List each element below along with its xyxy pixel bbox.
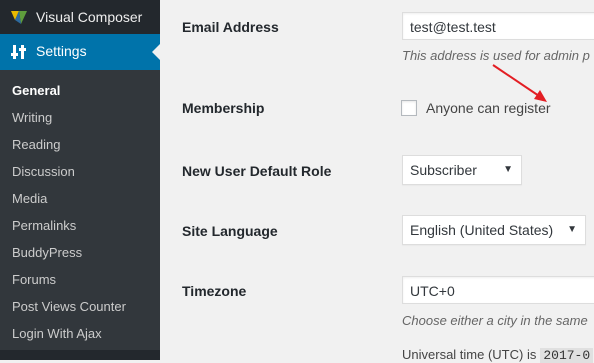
submenu-item-general[interactable]: General: [12, 77, 60, 104]
menu-item-settings[interactable]: Settings: [0, 34, 160, 70]
default-role-select[interactable]: Subscriber ▼: [402, 155, 522, 185]
submenu-item-reading[interactable]: Reading: [12, 131, 60, 158]
site-language-label: Site Language: [182, 223, 278, 239]
utc-value: 2017-0: [540, 348, 594, 363]
timezone-label: Timezone: [182, 283, 247, 299]
current-menu-arrow: [152, 44, 160, 60]
menu-item-label: Settings: [36, 43, 87, 59]
submenu-item-media[interactable]: Media: [12, 185, 47, 212]
submenu-item-forums[interactable]: Forums: [12, 266, 56, 293]
chevron-down-icon: ▼: [567, 224, 577, 235]
admin-sidebar: Visual Composer Settings General Writing…: [0, 0, 160, 360]
submenu-item-post-views-counter[interactable]: Post Views Counter: [12, 293, 126, 320]
menu-item-label: Visual Composer: [36, 9, 143, 25]
email-label: Email Address: [182, 19, 279, 35]
settings-sliders-icon: [11, 45, 26, 59]
submenu-item-login-with-ajax[interactable]: Login With Ajax: [12, 320, 102, 347]
visual-composer-icon: [11, 11, 27, 24]
chevron-down-icon: ▼: [503, 164, 513, 175]
submenu-item-discussion[interactable]: Discussion: [12, 158, 75, 185]
default-role-value: Subscriber: [410, 162, 477, 178]
membership-label: Membership: [182, 100, 265, 116]
anyone-can-register-checkbox[interactable]: [401, 100, 417, 116]
submenu-item-permalinks[interactable]: Permalinks: [12, 212, 76, 239]
settings-form: Email Address test@test.test This addres…: [160, 0, 594, 363]
default-role-label: New User Default Role: [182, 163, 332, 179]
settings-submenu: General Writing Reading Discussion Media…: [0, 70, 160, 360]
site-language-value: English (United States): [410, 222, 554, 238]
menu-item-visual-composer[interactable]: Visual Composer: [0, 0, 160, 34]
sidebar-divider: [0, 350, 160, 360]
timezone-description: Choose either a city in the same: [402, 313, 588, 328]
annotation-arrow-icon: [492, 64, 547, 102]
email-field[interactable]: test@test.test: [402, 12, 594, 40]
email-description: This address is used for admin p: [402, 48, 590, 63]
submenu-item-buddypress[interactable]: BuddyPress: [12, 239, 82, 266]
submenu-item-writing[interactable]: Writing: [12, 104, 52, 131]
timezone-field[interactable]: UTC+0: [402, 276, 594, 304]
utc-time-line: Universal time (UTC) is 2017-0: [402, 347, 594, 363]
site-language-select[interactable]: English (United States) ▼: [402, 215, 586, 245]
